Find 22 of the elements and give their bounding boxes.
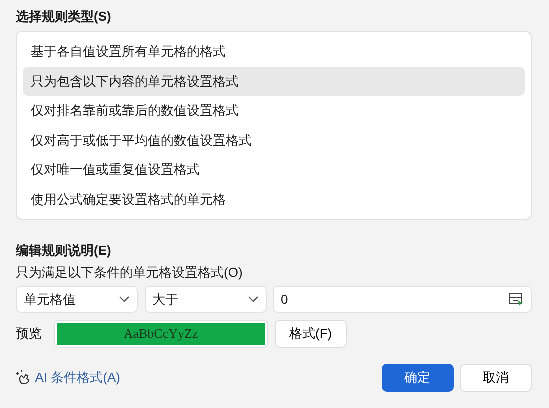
value-field[interactable]: 0 bbox=[273, 286, 532, 314]
rule-type-item[interactable]: 仅对排名靠前或靠后的数值设置格式 bbox=[23, 96, 525, 126]
chevron-down-icon bbox=[119, 296, 130, 304]
rule-type-item[interactable]: 使用公式确定要设置格式的单元格 bbox=[23, 184, 525, 215]
preview-sample: AaBbCcYyZz bbox=[57, 322, 265, 345]
section-title: 编辑规则说明(E) bbox=[16, 242, 112, 260]
hand-sparkle-icon bbox=[16, 370, 32, 386]
cancel-button[interactable]: 取消 bbox=[460, 364, 532, 392]
operator-dropdown[interactable]: 大于 bbox=[144, 286, 266, 314]
field-dropdown[interactable]: 单元格值 bbox=[16, 286, 138, 314]
rule-type-item[interactable]: 仅对唯一值或重复值设置格式 bbox=[23, 155, 525, 185]
ai-format-link[interactable]: AI 条件格式(A) bbox=[16, 368, 120, 388]
section-title: 选择规则类型(S) bbox=[16, 8, 112, 26]
chevron-down-icon bbox=[248, 296, 258, 304]
condition-label: 只为满足以下条件的单元格设置格式(O) bbox=[16, 264, 244, 282]
range-select-icon[interactable] bbox=[509, 292, 524, 307]
rule-type-item[interactable]: 基于各自值设置所有单元格的格式 bbox=[23, 37, 525, 67]
rule-type-item[interactable]: 只为包含以下内容的单元格设置格式 bbox=[23, 66, 525, 96]
format-button[interactable]: 格式(F) bbox=[274, 320, 348, 348]
preview-label: 预览 bbox=[16, 325, 43, 343]
ok-button[interactable]: 确定 bbox=[382, 364, 454, 392]
rule-type-item[interactable]: 仅对高于或低于平均值的数值设置格式 bbox=[23, 126, 525, 156]
